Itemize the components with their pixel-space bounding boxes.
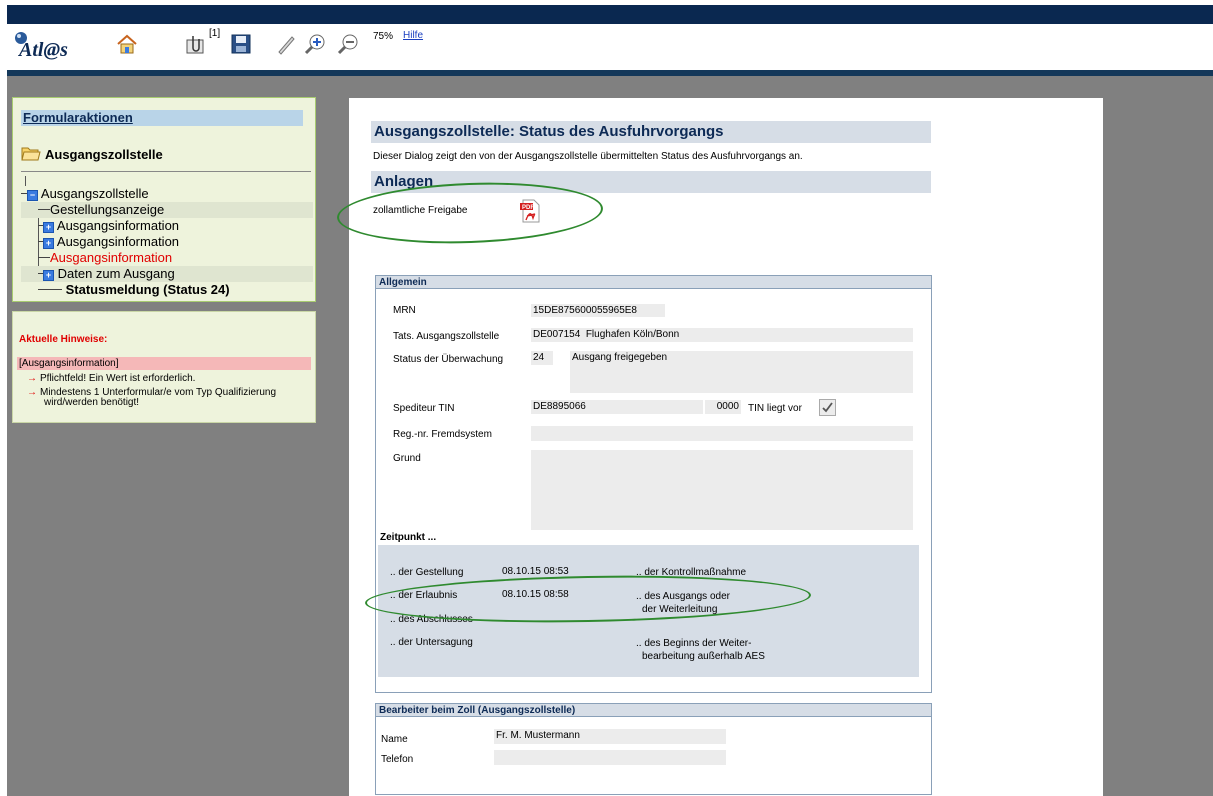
zoom-level: 75% <box>373 31 394 42</box>
status-code-field[interactable]: 24 <box>531 351 553 365</box>
untersagung-label: .. der Untersagung <box>390 637 473 648</box>
tree-item-ausgangsinformation-1[interactable]: + Ausgangsinformation <box>21 218 179 234</box>
grund-field[interactable] <box>531 450 913 530</box>
atlas-logo[interactable]: Atl@s <box>11 29 91 63</box>
zoom-out-icon[interactable] <box>336 32 360 56</box>
beginn-label-2: bearbeitung außerhalb AES <box>642 651 765 662</box>
tin-checkbox[interactable] <box>819 399 836 416</box>
tree-item-label: Gestellungsanzeige <box>50 202 165 217</box>
tree-item-ausgangsinformation-2[interactable]: + Ausgangsinformation <box>21 234 179 250</box>
name-label: Name <box>381 734 408 745</box>
zoom-in-icon[interactable] <box>303 32 327 56</box>
spediteur-label: Spediteur TIN <box>393 403 455 414</box>
tree-item-ausgangszollstelle[interactable]: − Ausgangszollstelle <box>21 186 149 202</box>
hint-item-continued: wird/werden benötigt! <box>44 397 140 408</box>
checkmark-icon <box>822 402 833 413</box>
folder-open-icon <box>21 147 41 161</box>
tree-item-label: Ausgangsinformation <box>56 234 180 249</box>
help-link[interactable]: Hilfe <box>403 30 423 41</box>
sidebar-separator <box>21 171 311 172</box>
mrn-label: MRN <box>393 305 416 316</box>
allgemein-title: Allgemein <box>376 276 931 289</box>
arrow-right-icon: → <box>27 373 37 384</box>
status-label: Status der Überwachung <box>393 354 504 365</box>
hint-item[interactable]: → Pflichtfeld! Ein Wert ist erforderlich. <box>27 374 195 384</box>
save-icon[interactable] <box>229 32 253 56</box>
root-folder[interactable]: Ausgangszollstelle <box>21 144 163 162</box>
tin-liegt-vor-label: TIN liegt vor <box>748 403 802 414</box>
hints-title: Aktuelle Hinweise: <box>19 334 108 345</box>
collapse-icon[interactable]: − <box>27 190 38 201</box>
spediteur-suffix-field[interactable]: 0000 <box>705 400 741 414</box>
tats-ausgangszollstelle-label: Tats. Ausgangszollstelle <box>393 331 500 342</box>
status-text-field[interactable]: Ausgang freigegeben <box>570 351 913 393</box>
mrn-field[interactable]: 15DE875600055965E8 <box>531 304 665 317</box>
bearbeiter-section: Bearbeiter beim Zoll (Ausgangszollstelle… <box>375 703 932 795</box>
regnr-field[interactable] <box>531 426 913 441</box>
form-actions-title: Formularaktionen <box>21 110 303 126</box>
arrow-right-icon: → <box>27 387 37 398</box>
name-field[interactable]: Fr. M. Mustermann <box>494 729 726 744</box>
home-icon[interactable] <box>115 32 139 56</box>
tree-item-label: Ausgangszollstelle <box>40 186 149 201</box>
tree-item-gestellungsanzeige[interactable]: Gestellungsanzeige <box>21 202 313 218</box>
gestellung-value: 08.10.15 08:53 <box>502 566 569 577</box>
attachment-icon[interactable] <box>183 32 207 56</box>
form-description: Dieser Dialog zeigt den von der Ausgangs… <box>373 151 803 162</box>
beginn-label-1: .. des Beginns der Weiter- <box>636 638 752 649</box>
title-bar <box>7 5 1213 24</box>
tree-item-label: Daten zum Ausgang <box>57 266 175 281</box>
gestellung-label: .. der Gestellung <box>390 567 464 578</box>
tree-item-label: Ausgangsinformation <box>56 218 180 233</box>
hints-panel: Aktuelle Hinweise: [Ausgangsinformation]… <box>12 311 316 423</box>
expand-icon[interactable]: + <box>43 270 54 281</box>
logo-text: Atl@s <box>17 39 68 61</box>
tats-name: Flughafen Köln/Bonn <box>585 329 680 340</box>
spediteur-tin-field[interactable]: DE8895066 <box>531 400 703 414</box>
tree-item-statusmeldung[interactable]: Statusmeldung (Status 24) <box>21 282 230 298</box>
root-folder-label: Ausgangszollstelle <box>45 147 163 162</box>
tree-line <box>25 176 26 186</box>
tree-item-ausgangsinformation-3[interactable]: Ausgangsinformation <box>21 250 172 266</box>
form-actions-panel: Formularaktionen Ausgangszollstelle − Au… <box>12 97 316 302</box>
telefon-field[interactable] <box>494 750 726 765</box>
edit-pen-icon[interactable] <box>274 32 298 56</box>
toolbar: Atl@s [1] 75% Hilfe <box>7 24 1213 70</box>
telefon-label: Telefon <box>381 754 414 765</box>
attachment-count: [1] <box>209 28 221 39</box>
expand-icon[interactable]: + <box>43 222 54 233</box>
form-title: Ausgangszollstelle: Status des Ausfuhrvo… <box>371 121 931 143</box>
tats-ausgangszollstelle-field[interactable]: DE007154 Flughafen Köln/Bonn <box>531 328 913 342</box>
tree-item-label: Ausgangsinformation <box>50 250 173 265</box>
tree-item-label: Statusmeldung (Status 24) <box>65 282 230 297</box>
regnr-label: Reg.-nr. Fremdsystem <box>393 429 492 440</box>
grund-label: Grund <box>393 453 421 464</box>
hint-text: Pflichtfeld! Ein Wert ist erforderlich. <box>40 373 196 384</box>
zeitpunkt-title: Zeitpunkt ... <box>380 532 437 543</box>
tats-code: DE007154 <box>533 329 581 340</box>
tree-item-daten-zum-ausgang[interactable]: + Daten zum Ausgang <box>21 266 313 282</box>
hints-section-band[interactable]: [Ausgangsinformation] <box>17 357 311 370</box>
expand-icon[interactable]: + <box>43 238 54 249</box>
bearbeiter-title: Bearbeiter beim Zoll (Ausgangszollstelle… <box>376 704 931 717</box>
